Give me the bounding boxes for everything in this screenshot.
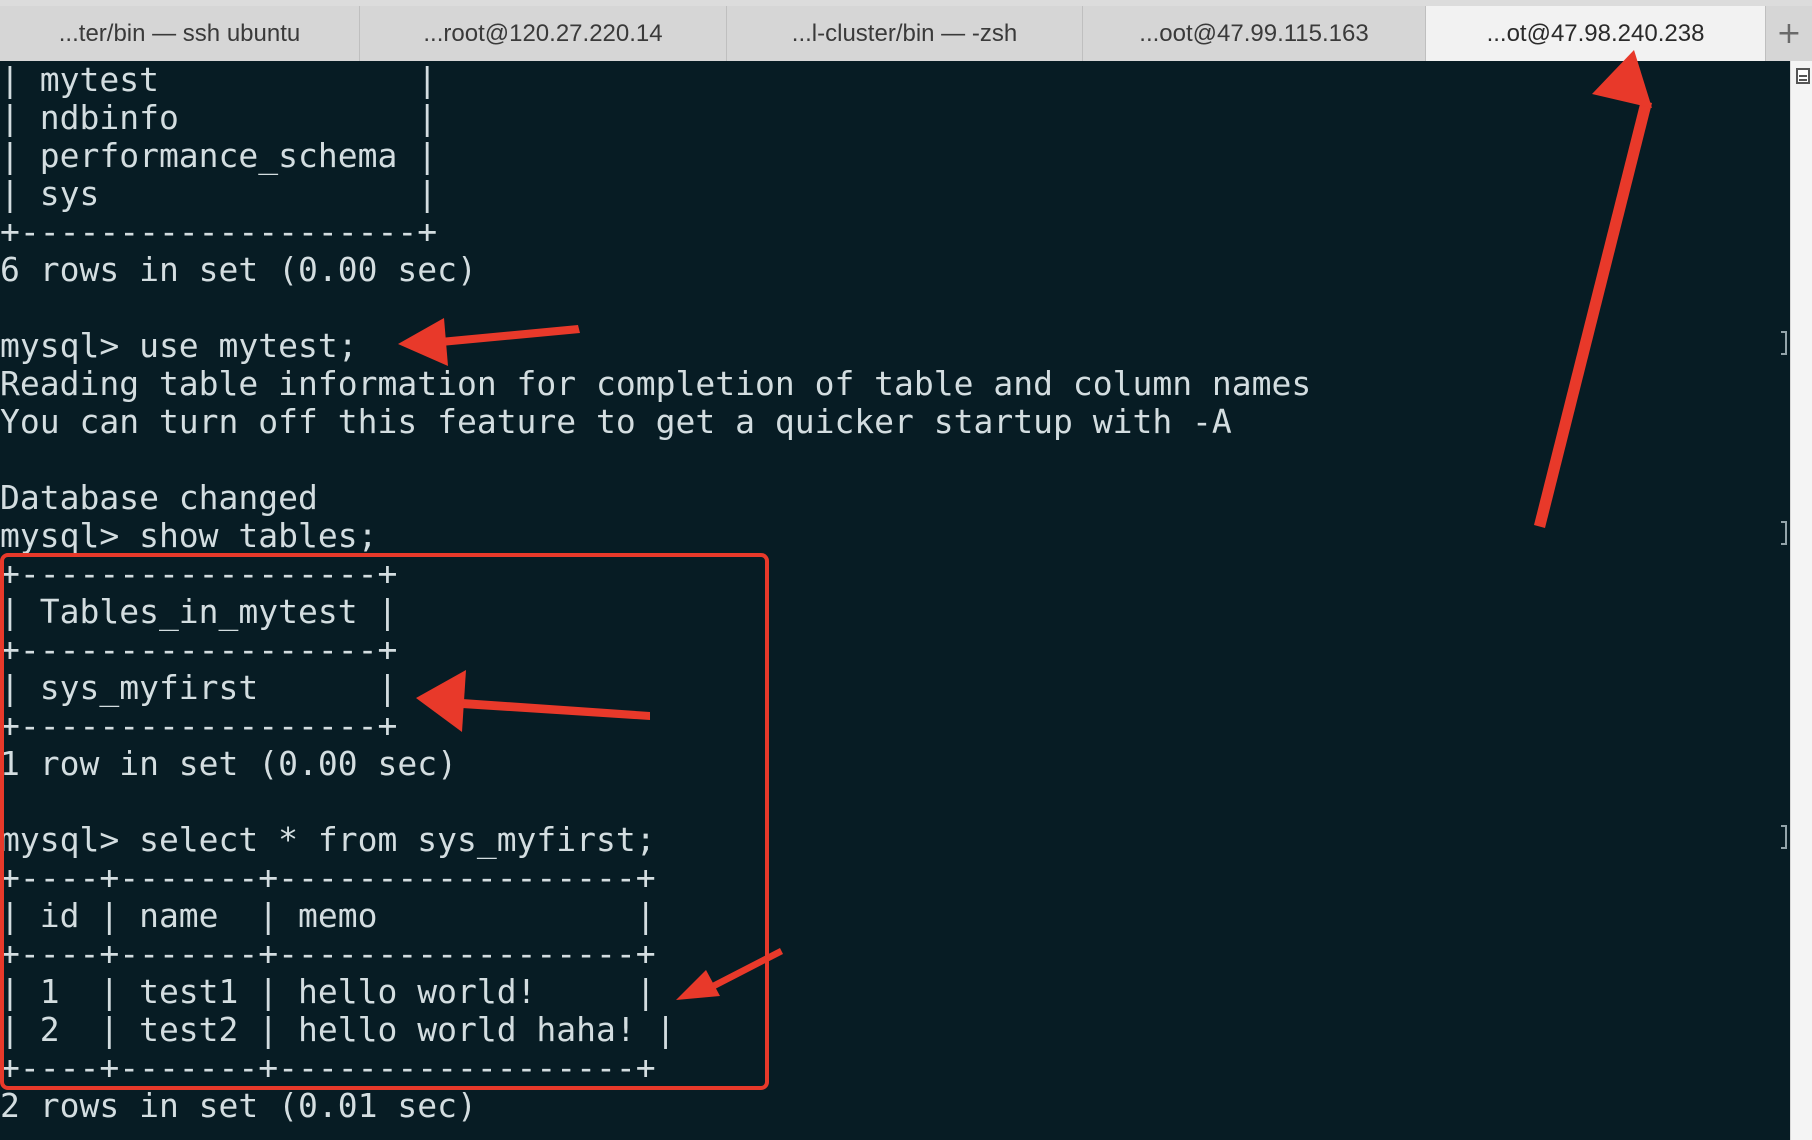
output-mark bbox=[1781, 331, 1787, 355]
output-mark bbox=[1781, 521, 1787, 545]
terminal-line: Reading table information for completion… bbox=[0, 364, 1312, 403]
tab-bar: ...ter/bin — ssh ubuntu ...root@120.27.2… bbox=[0, 0, 1812, 61]
terminal-line: | sys_myfirst | bbox=[0, 668, 398, 707]
tab-ssh-ubuntu[interactable]: ...ter/bin — ssh ubuntu bbox=[0, 6, 360, 61]
tab-label: ...root@120.27.220.14 bbox=[423, 19, 663, 47]
output-mark bbox=[1781, 825, 1787, 849]
terminal-line: +----+-------+------------------+ bbox=[0, 1048, 656, 1087]
tab-cluster-bin-zsh[interactable]: ...l-cluster/bin — -zsh bbox=[727, 6, 1083, 61]
terminal-line: mysql> use mytest; bbox=[0, 326, 358, 365]
terminal-line: +--------------------+ bbox=[0, 212, 438, 251]
terminal-line: You can turn off this feature to get a q… bbox=[0, 402, 1232, 441]
terminal-line: +------------------+ bbox=[0, 706, 398, 745]
terminal-line: +----+-------+------------------+ bbox=[0, 934, 656, 973]
terminal-line: | mytest | bbox=[0, 61, 438, 99]
tab-root-120-27-220-14[interactable]: ...root@120.27.220.14 bbox=[360, 6, 727, 61]
terminal-window: ...ter/bin — ssh ubuntu ...root@120.27.2… bbox=[0, 0, 1812, 1140]
terminal-line: 2 rows in set (0.01 sec) bbox=[0, 1086, 477, 1125]
tab-label: ...ter/bin — ssh ubuntu bbox=[58, 19, 301, 47]
terminal-line: | 1 | test1 | hello world! | bbox=[0, 972, 656, 1011]
terminal-line: | 2 | test2 | hello world haha! | bbox=[0, 1010, 676, 1049]
plus-icon: + bbox=[1776, 16, 1802, 51]
terminal-line: Database changed bbox=[0, 478, 318, 517]
terminal-line: +------------------+ bbox=[0, 554, 398, 593]
terminal-output[interactable]: | mytest | | ndbinfo | | performance_sch… bbox=[0, 61, 1790, 1140]
terminal-line: 6 rows in set (0.00 sec) bbox=[0, 250, 477, 289]
terminal-line: | performance_schema | bbox=[0, 136, 438, 175]
scrollbar[interactable] bbox=[1790, 61, 1812, 1140]
new-tab-button[interactable]: + bbox=[1766, 6, 1812, 61]
terminal-line: | ndbinfo | bbox=[0, 98, 438, 137]
scroll-list-icon[interactable] bbox=[1796, 68, 1810, 84]
tab-label: ...l-cluster/bin — -zsh bbox=[791, 19, 1018, 47]
terminal-line: +------------------+ bbox=[0, 630, 398, 669]
terminal-line: | Tables_in_mytest | bbox=[0, 592, 398, 631]
terminal-line: 1 row in set (0.00 sec) bbox=[0, 744, 457, 783]
terminal-line: | id | name | memo | bbox=[0, 896, 656, 935]
tab-root-47-98-240-238-active[interactable]: ...ot@47.98.240.238 bbox=[1426, 6, 1766, 61]
terminal-line: +----+-------+------------------+ bbox=[0, 858, 656, 897]
tab-root-47-99-115-163[interactable]: ...oot@47.99.115.163 bbox=[1083, 6, 1426, 61]
tab-label: ...ot@47.98.240.238 bbox=[1486, 19, 1705, 47]
tab-label: ...oot@47.99.115.163 bbox=[1139, 19, 1369, 47]
terminal-line: mysql> select * from sys_myfirst; bbox=[0, 820, 656, 859]
terminal-line: | sys | bbox=[0, 174, 438, 213]
terminal-line: mysql> show tables; bbox=[0, 516, 378, 555]
